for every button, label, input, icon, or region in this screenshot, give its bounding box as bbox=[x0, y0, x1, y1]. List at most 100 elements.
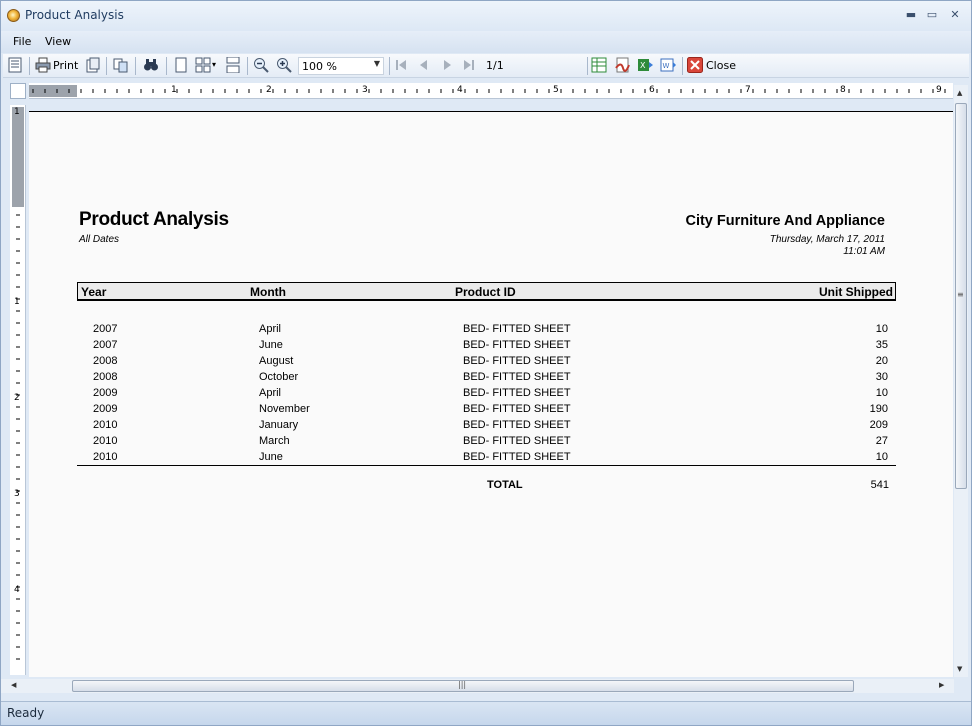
menu-file[interactable]: File bbox=[13, 35, 31, 48]
ruler-number: 2 bbox=[14, 393, 20, 403]
scroll-right-icon[interactable]: ▶ bbox=[939, 681, 944, 689]
table-header: Year Month Product ID Unit Shipped bbox=[77, 282, 896, 301]
app-window: Product Analysis ▬ ▭ ✕ File View Print ▾… bbox=[0, 0, 972, 726]
chevron-down-icon[interactable]: ▾ bbox=[212, 60, 216, 69]
toolbar-separator bbox=[29, 57, 30, 75]
toolbar-separator bbox=[389, 57, 390, 75]
ruler-number: 6 bbox=[649, 85, 655, 95]
ruler-ticks bbox=[32, 89, 946, 93]
cell-month: June bbox=[259, 451, 283, 463]
single-page-icon[interactable] bbox=[173, 57, 189, 73]
scroll-grip-icon: ≡ bbox=[957, 290, 964, 299]
cell-product: BED- FITTED SHEET bbox=[463, 339, 571, 351]
zoom-select[interactable]: 100 % ▼ bbox=[298, 57, 384, 75]
cell-product: BED- FITTED SHEET bbox=[463, 451, 571, 463]
export-excel-icon[interactable] bbox=[591, 57, 607, 73]
cell-year: 2009 bbox=[93, 387, 118, 399]
find-icon[interactable] bbox=[143, 57, 159, 73]
export-xls-icon[interactable]: X bbox=[637, 57, 653, 73]
report-date: Thursday, March 17, 2011 bbox=[769, 234, 885, 245]
toolbar: Print ▾ 100 % ▼ 1/1 X W Close bbox=[3, 54, 969, 78]
cell-year: 2008 bbox=[93, 371, 118, 383]
cell-year: 2007 bbox=[93, 339, 118, 351]
close-window-button[interactable]: ✕ bbox=[945, 6, 965, 24]
export-pdf-icon[interactable] bbox=[614, 57, 630, 73]
column-header-product-id: Product ID bbox=[455, 285, 516, 299]
cell-month: October bbox=[259, 371, 299, 383]
ruler-number: 1 bbox=[14, 107, 20, 117]
report-page: Product Analysis All Dates City Furnitur… bbox=[29, 111, 953, 677]
vertical-scrollbar[interactable]: ▲ ≡ ▼ bbox=[954, 85, 968, 677]
cell-year: 2010 bbox=[93, 419, 118, 431]
table-row: 2010 March BED- FITTED SHEET 27 bbox=[77, 435, 896, 451]
cell-month: January bbox=[259, 419, 299, 431]
ruler-number: 4 bbox=[14, 585, 20, 595]
horizontal-ruler: 1 2 3 4 5 6 7 8 9 bbox=[29, 83, 953, 99]
table-row: 2007 June BED- FITTED SHEET 35 bbox=[77, 339, 896, 355]
page-indicator[interactable]: 1/1 bbox=[483, 57, 585, 75]
report-subtitle: All Dates bbox=[79, 234, 120, 245]
export-word-icon[interactable]: W bbox=[660, 57, 676, 73]
ruler-number: 3 bbox=[362, 85, 368, 95]
menu-view[interactable]: View bbox=[45, 35, 71, 48]
cell-product: BED- FITTED SHEET bbox=[463, 435, 571, 447]
ruler-number: 5 bbox=[553, 85, 559, 95]
window-title: Product Analysis bbox=[25, 8, 124, 22]
close-button[interactable]: Close bbox=[706, 59, 736, 72]
minimize-button[interactable]: ▬ bbox=[901, 6, 921, 24]
cell-units: 10 bbox=[875, 451, 888, 463]
cell-month: April bbox=[259, 323, 282, 335]
ruler-number: 7 bbox=[745, 85, 751, 95]
cell-product: BED- FITTED SHEET bbox=[463, 355, 571, 367]
total-label: TOTAL bbox=[487, 479, 523, 491]
print-icon[interactable] bbox=[35, 57, 51, 73]
scroll-down-icon[interactable]: ▼ bbox=[957, 665, 962, 673]
total-value: 541 bbox=[870, 479, 889, 491]
cell-year: 2009 bbox=[93, 403, 118, 415]
toc-icon[interactable] bbox=[7, 57, 23, 73]
prev-page-icon[interactable] bbox=[416, 57, 432, 73]
cell-month: November bbox=[259, 403, 310, 415]
svg-text:X: X bbox=[640, 61, 646, 70]
zoom-out-icon[interactable] bbox=[253, 57, 269, 73]
table-row: 2009 April BED- FITTED SHEET 10 bbox=[77, 387, 896, 403]
toolbar-separator bbox=[106, 57, 107, 75]
column-header-unit-shipped: Unit Shipped bbox=[819, 285, 893, 299]
table-row: 2010 January BED- FITTED SHEET 209 bbox=[77, 419, 896, 435]
horizontal-scrollbar[interactable]: ◀ ||| ▶ bbox=[1, 679, 954, 693]
cell-month: June bbox=[259, 339, 283, 351]
print-button[interactable]: Print bbox=[53, 59, 78, 72]
menu-bar: File View bbox=[1, 31, 971, 53]
copy-icon[interactable] bbox=[113, 57, 129, 73]
table-row: 2007 April BED- FITTED SHEET 10 bbox=[77, 323, 896, 339]
next-page-icon[interactable] bbox=[439, 57, 455, 73]
scroll-up-icon[interactable]: ▲ bbox=[957, 89, 962, 97]
last-page-icon[interactable] bbox=[461, 57, 477, 73]
multi-page-icon[interactable] bbox=[195, 57, 211, 73]
ruler-number: 4 bbox=[457, 85, 463, 95]
vertical-ruler: 1 1 2 3 4 bbox=[10, 105, 26, 675]
continuous-icon[interactable] bbox=[225, 57, 241, 73]
cell-year: 2008 bbox=[93, 355, 118, 367]
ruler-number: 1 bbox=[14, 297, 20, 307]
scroll-left-icon[interactable]: ◀ bbox=[11, 681, 16, 689]
toolbar-separator bbox=[682, 57, 683, 75]
maximize-button[interactable]: ▭ bbox=[922, 6, 942, 24]
ruler-number: 9 bbox=[936, 85, 942, 95]
chevron-down-icon: ▼ bbox=[373, 59, 380, 68]
scroll-grip-icon: ||| bbox=[458, 680, 467, 689]
report-title: Product Analysis bbox=[79, 209, 229, 230]
column-header-month: Month bbox=[250, 285, 286, 299]
close-icon[interactable] bbox=[687, 57, 703, 73]
cell-units: 27 bbox=[875, 435, 888, 447]
zoom-in-icon[interactable] bbox=[276, 57, 292, 73]
first-page-icon[interactable] bbox=[393, 57, 409, 73]
table-row: 2009 November BED- FITTED SHEET 190 bbox=[77, 403, 896, 419]
cell-month: March bbox=[259, 435, 290, 447]
cell-units: 20 bbox=[875, 355, 888, 367]
ruler-number: 2 bbox=[266, 85, 272, 95]
table-divider bbox=[77, 465, 896, 466]
cell-product: BED- FITTED SHEET bbox=[463, 387, 571, 399]
page-setup-icon[interactable] bbox=[85, 57, 101, 73]
status-bar: Ready bbox=[1, 701, 971, 725]
